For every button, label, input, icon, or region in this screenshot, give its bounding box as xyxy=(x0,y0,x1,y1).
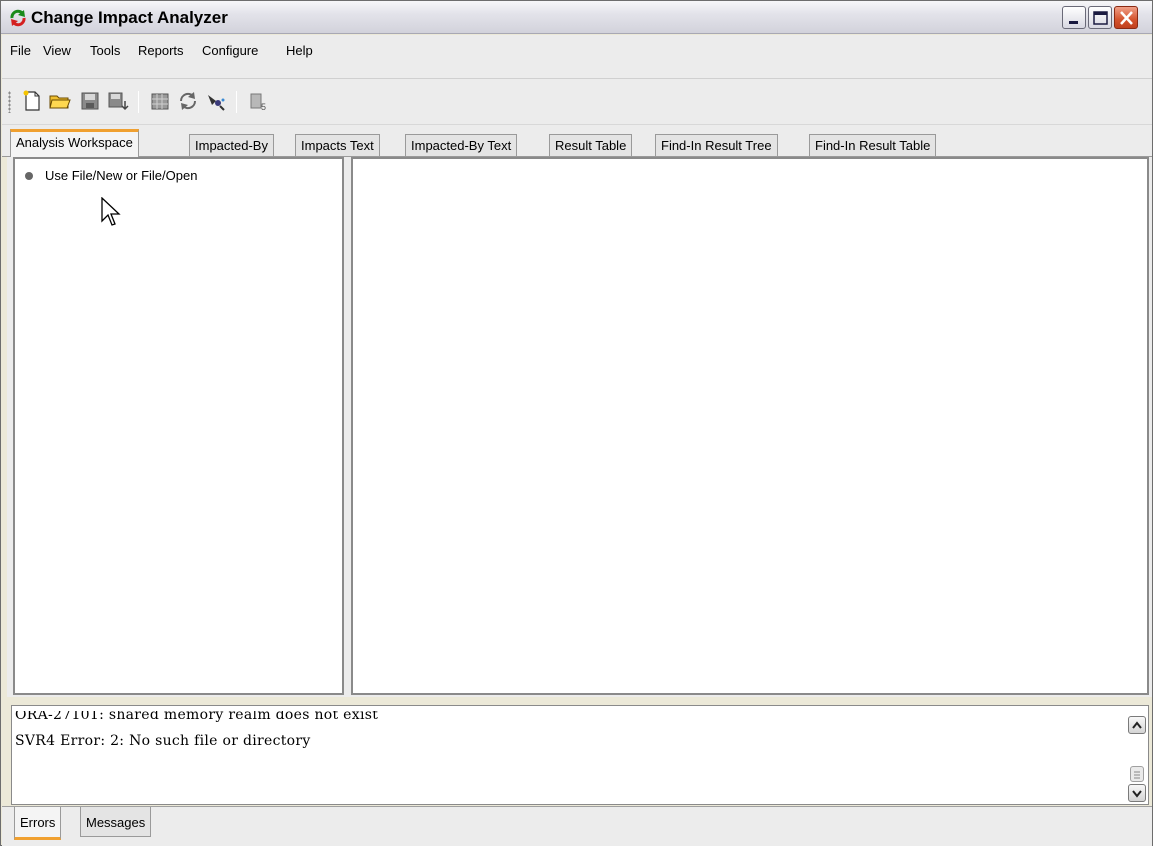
refresh-button[interactable] xyxy=(176,89,200,113)
scrollbar-thumb[interactable] xyxy=(1130,766,1144,782)
tree-node-icon xyxy=(25,172,33,180)
minimize-icon xyxy=(1069,21,1078,24)
main-window: Change Impact Analyzer File View Tools R… xyxy=(0,0,1153,846)
analysis-tree-panel[interactable]: Use File/New or File/Open xyxy=(13,157,344,695)
tab-result-table[interactable]: Result Table xyxy=(549,134,633,156)
chevron-up-icon xyxy=(1132,721,1142,729)
new-file-button[interactable] xyxy=(20,89,44,113)
menu-help[interactable]: Help xyxy=(282,41,317,60)
tab-analysis-workspace[interactable]: Analysis Workspace xyxy=(10,129,139,157)
close-icon xyxy=(1120,11,1133,25)
open-folder-button[interactable] xyxy=(48,89,72,113)
menu-tools[interactable]: Tools xyxy=(86,41,124,60)
scroll-up-button[interactable] xyxy=(1128,716,1146,734)
report-button[interactable]: 5 xyxy=(246,89,270,113)
toolbar: 5 xyxy=(2,79,1152,125)
log-line: SVR4 Error: 2: No such file or directory xyxy=(15,733,311,749)
toolbar-separator xyxy=(138,91,139,113)
bottom-tabstrip: Errors Messages xyxy=(2,806,1152,846)
grid-icon xyxy=(151,93,169,110)
chevron-down-icon xyxy=(1132,790,1142,798)
menu-file[interactable]: File xyxy=(6,41,35,60)
grip-icon xyxy=(1134,771,1140,779)
satellite-button[interactable] xyxy=(204,89,228,113)
result-view-panel[interactable] xyxy=(351,157,1149,695)
report-icon: 5 xyxy=(250,93,266,112)
tab-impacted-by-text[interactable]: Impacted-By Text xyxy=(405,134,518,156)
new-file-icon xyxy=(23,90,40,111)
toolbar-grip[interactable] xyxy=(8,91,11,113)
toolbar-separator xyxy=(236,91,237,113)
maximize-icon xyxy=(1093,11,1108,25)
svg-text:5: 5 xyxy=(261,102,266,112)
tab-errors[interactable]: Errors xyxy=(14,807,62,840)
scroll-down-button[interactable] xyxy=(1128,784,1146,802)
main-tabstrip: Analysis Workspace Impacted-By Impacts T… xyxy=(2,125,1152,157)
tree-hint-label: Use File/New or File/Open xyxy=(45,168,198,183)
refresh-arrows-icon xyxy=(10,9,26,27)
satellite-icon xyxy=(208,95,225,111)
tab-find-in-result-tree[interactable]: Find-In Result Tree xyxy=(655,134,778,156)
grid-button[interactable] xyxy=(148,89,172,113)
menu-bar: File View Tools Reports Configure Help xyxy=(2,35,1152,79)
save-down-button[interactable] xyxy=(106,89,130,113)
tab-impacted-by[interactable]: Impacted-By xyxy=(189,134,274,156)
save-down-icon xyxy=(108,92,129,111)
minimize-button[interactable] xyxy=(1062,6,1086,29)
title-bar[interactable]: Change Impact Analyzer xyxy=(1,1,1152,34)
save-icon xyxy=(81,92,99,110)
output-log-panel[interactable]: ORA-27101: shared memory realm does not … xyxy=(11,705,1149,805)
mouse-cursor-icon xyxy=(101,197,121,226)
menu-configure[interactable]: Configure xyxy=(198,41,262,60)
refresh-icon xyxy=(179,92,197,110)
tab-find-in-result-table[interactable]: Find-In Result Table xyxy=(809,134,937,156)
menu-reports[interactable]: Reports xyxy=(134,41,188,60)
tab-impacts-text[interactable]: Impacts Text xyxy=(295,134,380,156)
log-line: ORA-27101: shared memory realm does not … xyxy=(15,707,379,723)
tab-messages[interactable]: Messages xyxy=(80,807,152,837)
window-title: Change Impact Analyzer xyxy=(31,8,228,27)
close-button[interactable] xyxy=(1114,6,1138,29)
open-folder-icon xyxy=(49,95,71,109)
menu-view[interactable]: View xyxy=(39,41,75,60)
maximize-button[interactable] xyxy=(1088,6,1112,29)
save-button[interactable] xyxy=(78,89,102,113)
